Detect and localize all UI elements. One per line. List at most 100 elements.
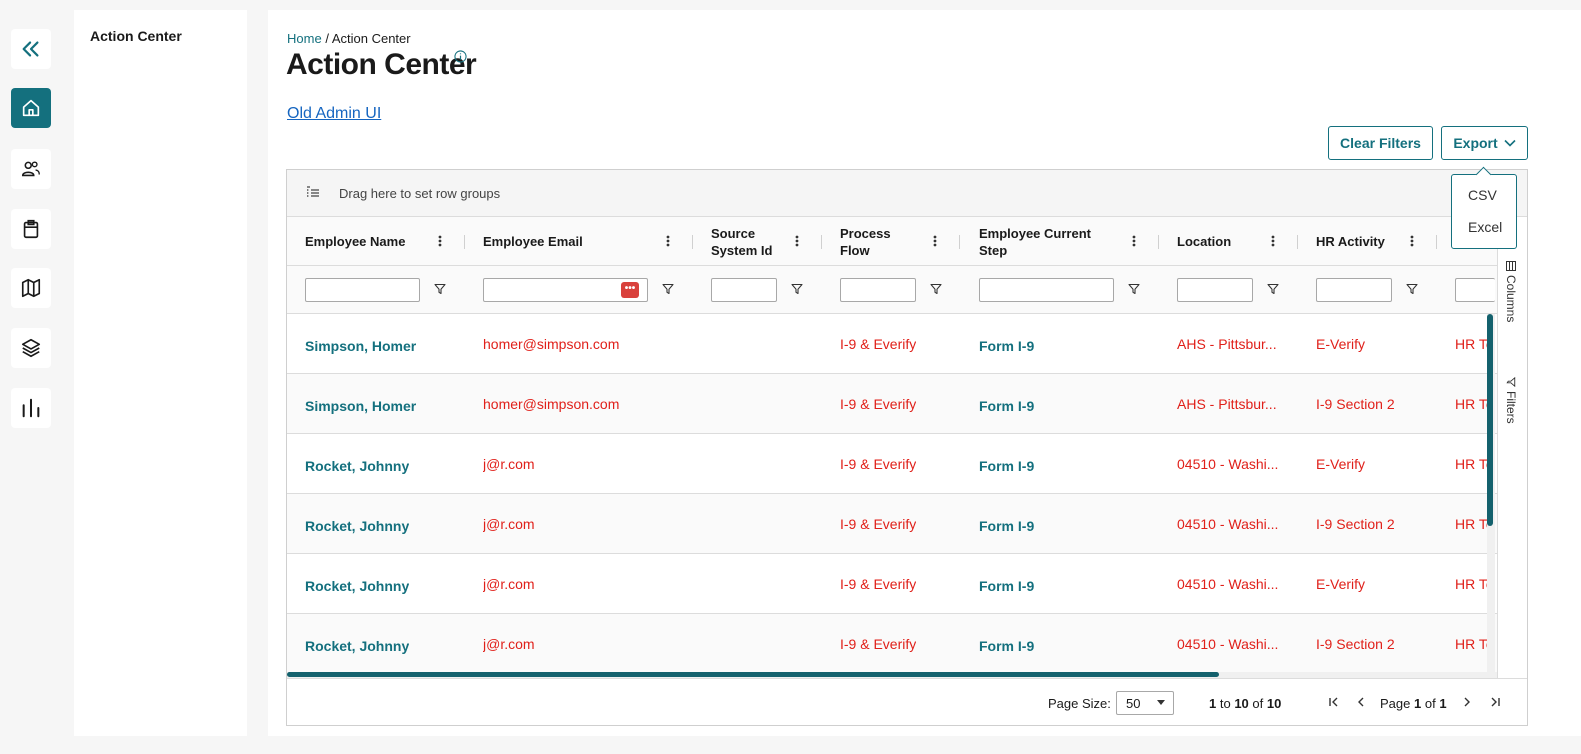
column-menu-icon[interactable] (666, 235, 670, 247)
filter-input-employee-name[interactable] (305, 278, 420, 302)
column-header-employee-name[interactable]: Employee Name (305, 217, 425, 266)
grid-filter-row: ••• (287, 266, 1497, 314)
row-group-hint: Drag here to set row groups (339, 186, 501, 201)
grid-header-row: Employee Name Employee Email Source Syste… (287, 217, 1497, 266)
column-menu-icon[interactable] (795, 235, 799, 247)
cell-current-step[interactable]: Form I-9 (979, 374, 1034, 433)
column-header-location[interactable]: Location (1177, 217, 1257, 266)
cell-employee-name[interactable]: Simpson, Homer (305, 374, 416, 433)
nav-layers-button[interactable] (11, 328, 51, 368)
column-menu-icon[interactable] (933, 235, 937, 247)
subnav-item-action-center[interactable]: Action Center (90, 28, 182, 44)
breadcrumb-home-link[interactable]: Home (287, 31, 322, 46)
column-header-label: Location (1177, 234, 1232, 249)
column-header-label: Employee Name (305, 234, 406, 249)
cell-process-flow: I-9 & Everify (840, 395, 917, 412)
column-header-process-flow[interactable]: Process Flow (840, 217, 920, 266)
first-page-icon[interactable] (1327, 695, 1341, 709)
horizontal-scrollbar-thumb[interactable] (287, 672, 1219, 677)
filter-icon[interactable] (1128, 283, 1140, 295)
export-button[interactable]: Export (1441, 126, 1528, 160)
cell-next-column: HR Te (1455, 335, 1487, 352)
column-separator[interactable] (692, 235, 693, 249)
cell-employee-name[interactable]: Rocket, Johnny (305, 434, 409, 493)
column-header-source-system-id[interactable]: Source System Id (711, 217, 791, 266)
cell-current-step[interactable]: Form I-9 (979, 554, 1034, 613)
table-row[interactable]: Simpson, Homer homer@simpson.com I-9 & E… (287, 374, 1497, 434)
page-size-select[interactable]: 50 (1116, 691, 1174, 715)
password-manager-icon[interactable]: ••• (621, 282, 639, 298)
vertical-scrollbar[interactable] (1487, 314, 1495, 672)
vertical-scrollbar-thumb[interactable] (1487, 314, 1493, 526)
filter-icon[interactable] (1267, 283, 1279, 295)
filter-input-employee-current-step[interactable] (979, 278, 1114, 302)
next-page-icon[interactable] (1460, 695, 1474, 709)
export-excel-option[interactable]: Excel (1468, 219, 1502, 235)
filter-input-process-flow[interactable] (840, 278, 916, 302)
column-header-label: Process (840, 225, 891, 241)
column-menu-icon[interactable] (1271, 235, 1275, 247)
filters-tab-label: Filters (1504, 391, 1518, 424)
nav-home-button[interactable] (11, 88, 51, 128)
old-admin-ui-link[interactable]: Old Admin UI (287, 105, 381, 123)
column-separator[interactable] (1158, 235, 1159, 249)
table-row[interactable]: Simpson, Homer homer@simpson.com I-9 & E… (287, 314, 1497, 374)
filter-icon[interactable] (930, 283, 942, 295)
clipboard-icon (23, 219, 39, 239)
column-separator[interactable] (959, 235, 960, 249)
last-page-icon[interactable] (1488, 695, 1502, 709)
columns-panel-tab[interactable]: Columns (1504, 261, 1518, 322)
column-header-employee-current-step[interactable]: Employee Current Step (979, 217, 1119, 266)
cell-current-step[interactable]: Form I-9 (979, 434, 1034, 493)
info-icon[interactable] (454, 50, 467, 63)
filter-input-employee-email[interactable]: ••• (483, 278, 648, 302)
filter-icon[interactable] (1406, 283, 1418, 295)
filters-panel-tab[interactable]: Filters (1504, 377, 1518, 424)
filter-icon[interactable] (662, 283, 674, 295)
column-menu-icon[interactable] (1132, 235, 1136, 247)
table-row[interactable]: Rocket, Johnny j@r.com I-9 & Everify For… (287, 434, 1497, 494)
column-menu-icon[interactable] (438, 235, 442, 247)
clear-filters-button[interactable]: Clear Filters (1328, 126, 1433, 160)
filter-input-next-column[interactable] (1455, 278, 1495, 302)
column-header-employee-email[interactable]: Employee Email (483, 217, 633, 266)
cell-next-column: HR Te (1455, 575, 1487, 592)
nav-map-button[interactable] (11, 268, 51, 308)
filter-input-source-system-id[interactable] (711, 278, 777, 302)
column-separator[interactable] (1297, 235, 1298, 249)
table-row[interactable]: Rocket, Johnny j@r.com I-9 & Everify For… (287, 554, 1497, 614)
current-page: 1 (1414, 696, 1422, 711)
column-menu-icon[interactable] (1410, 235, 1414, 247)
cell-process-flow: I-9 & Everify (840, 455, 917, 472)
nav-reports-button[interactable] (11, 388, 51, 428)
column-separator[interactable] (821, 235, 822, 249)
column-header-label-line2: System Id (711, 242, 773, 258)
row-group-drop-zone[interactable]: Drag here to set row groups (287, 170, 1527, 217)
column-separator[interactable] (1436, 235, 1437, 249)
cell-employee-email: j@r.com (483, 575, 535, 592)
filter-icon[interactable] (434, 283, 446, 295)
row-from: 1 (1209, 696, 1217, 711)
cell-current-step[interactable]: Form I-9 (979, 494, 1034, 553)
filter-input-hr-activity[interactable] (1316, 278, 1392, 302)
nav-people-button[interactable] (11, 149, 51, 189)
nav-clipboard-button[interactable] (11, 209, 51, 249)
collapse-nav-button[interactable] (11, 29, 51, 69)
column-header-hr-activity[interactable]: HR Activity (1316, 217, 1406, 266)
cell-employee-name[interactable]: Rocket, Johnny (305, 614, 409, 672)
cell-employee-name[interactable]: Simpson, Homer (305, 314, 416, 373)
cell-current-step[interactable]: Form I-9 (979, 314, 1034, 373)
filter-icon[interactable] (791, 283, 803, 295)
filter-input-location[interactable] (1177, 278, 1253, 302)
cell-current-step[interactable]: Form I-9 (979, 614, 1034, 672)
cell-location: AHS - Pittsbur... (1177, 395, 1277, 412)
table-row[interactable]: Rocket, Johnny j@r.com I-9 & Everify For… (287, 614, 1497, 672)
cell-location: 04510 - Washi... (1177, 515, 1279, 532)
cell-employee-name[interactable]: Rocket, Johnny (305, 554, 409, 613)
column-separator[interactable] (464, 235, 465, 249)
cell-employee-name[interactable]: Rocket, Johnny (305, 494, 409, 553)
breadcrumb-current: Action Center (331, 31, 411, 46)
previous-page-icon[interactable] (1354, 695, 1368, 709)
table-row[interactable]: Rocket, Johnny j@r.com I-9 & Everify For… (287, 494, 1497, 554)
export-csv-option[interactable]: CSV (1468, 187, 1497, 203)
